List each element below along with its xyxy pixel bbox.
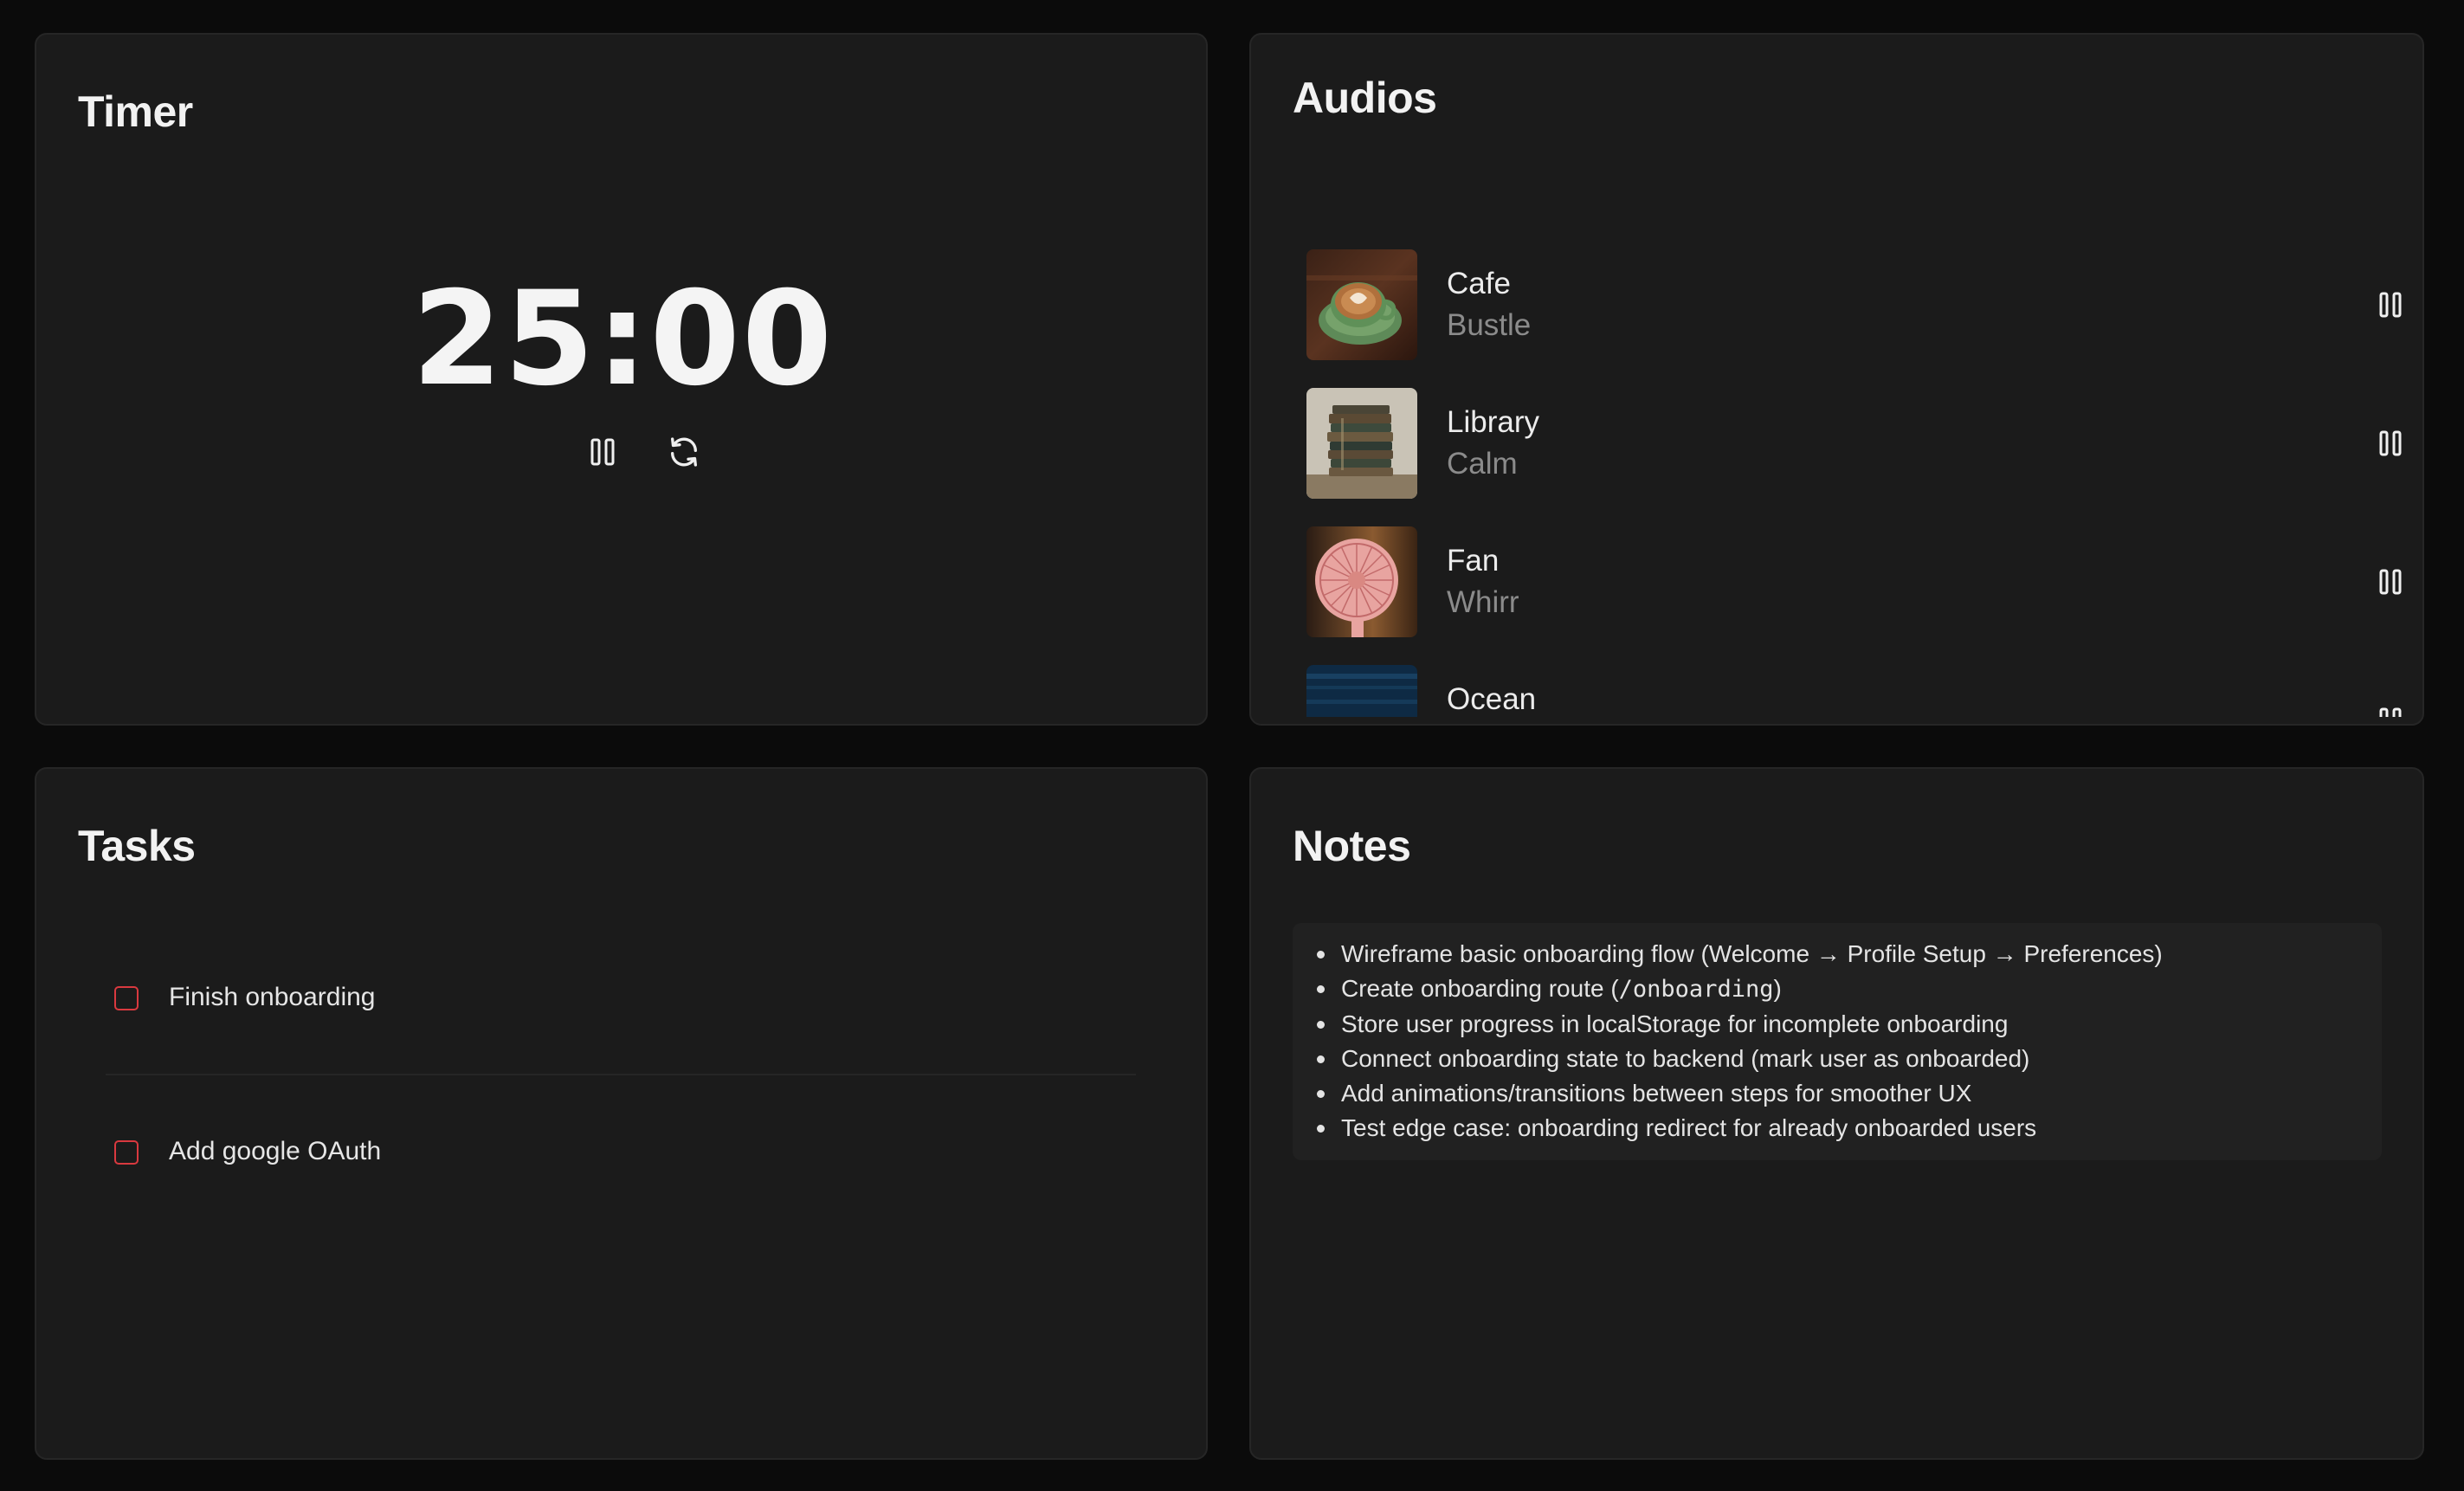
pause-icon (2379, 430, 2402, 456)
dashboard: Timer 25:00 Audios Cafe Bustle Library C… (0, 0, 2464, 1491)
audios-card: Audios Cafe Bustle Library Calm Fan Whir… (1249, 33, 2424, 726)
audio-item-cafe[interactable]: Cafe Bustle (1306, 249, 2402, 362)
task-divider (106, 1074, 1136, 1075)
note-item: Create onboarding route (/onboarding) (1317, 971, 2382, 1007)
pause-icon (590, 438, 615, 466)
pause-icon (2379, 292, 2402, 318)
audio-name: Ocean (1447, 682, 1537, 716)
audios-title: Audios (1293, 74, 1437, 122)
task-checkbox[interactable] (114, 986, 139, 1010)
notes-card: Notes Wireframe basic onboarding flow (W… (1249, 767, 2424, 1460)
note-item: Test edge case: onboarding redirect for … (1317, 1111, 2382, 1146)
timer-display: 25:00 (411, 264, 835, 415)
audio-list[interactable]: Cafe Bustle Library Calm Fan Whirr Ocean (1251, 215, 2422, 717)
notes-title: Notes (1293, 822, 1411, 870)
audio-name: Fan (1447, 544, 1500, 578)
notes-list: Wireframe basic onboarding flow (Welcome… (1293, 923, 2382, 1146)
note-item: Store user progress in localStorage for … (1317, 1007, 2382, 1042)
audio-pause-button[interactable] (2371, 424, 2409, 462)
audio-subtitle: Calm (1447, 447, 1518, 481)
audio-pause-button[interactable] (2371, 563, 2409, 601)
task-label: Add google OAuth (169, 1137, 382, 1165)
timer-title: Timer (78, 87, 193, 136)
task-label: Finish onboarding (169, 983, 376, 1011)
note-item: Add animations/transitions between steps… (1317, 1076, 2382, 1111)
cafe-thumbnail (1306, 249, 1417, 360)
task-item[interactable]: Add google OAuth (36, 1115, 1067, 1193)
tasks-card: Tasks Finish onboarding Add google OAuth (35, 767, 1208, 1460)
pause-icon (2379, 707, 2402, 717)
audio-item-library[interactable]: Library Calm (1306, 388, 2402, 500)
audio-pause-button[interactable] (2371, 286, 2409, 324)
notes-editor[interactable]: Wireframe basic onboarding flow (Welcome… (1293, 923, 2382, 1160)
audio-item-ocean[interactable]: Ocean (1306, 665, 2402, 717)
audio-pause-button[interactable] (2371, 701, 2409, 717)
note-text: Create onboarding route ( (1341, 975, 1619, 1002)
audio-name: Library (1447, 405, 1539, 439)
note-item: Connect onboarding state to backend (mar… (1317, 1042, 2382, 1076)
audio-subtitle: Whirr (1447, 585, 1519, 619)
task-item[interactable]: Finish onboarding (36, 961, 1067, 1039)
note-item: Wireframe basic onboarding flow (Welcome… (1317, 937, 2382, 971)
timer-reset-button[interactable] (663, 431, 705, 473)
audio-subtitle: Bustle (1447, 308, 1532, 342)
ocean-thumbnail (1306, 665, 1417, 717)
refresh-icon (671, 437, 697, 467)
task-checkbox[interactable] (114, 1140, 139, 1165)
tasks-title: Tasks (78, 822, 196, 870)
library-thumbnail (1306, 388, 1417, 499)
note-text: ) (1773, 975, 1782, 1002)
timer-card: Timer 25:00 (35, 33, 1208, 726)
pause-icon (2379, 569, 2402, 595)
fan-thumbnail (1306, 526, 1417, 637)
timer-pause-button[interactable] (582, 431, 623, 473)
audio-name: Cafe (1447, 267, 1511, 300)
note-code: /onboarding (1618, 976, 1774, 1003)
audio-item-fan[interactable]: Fan Whirr (1306, 526, 2402, 639)
